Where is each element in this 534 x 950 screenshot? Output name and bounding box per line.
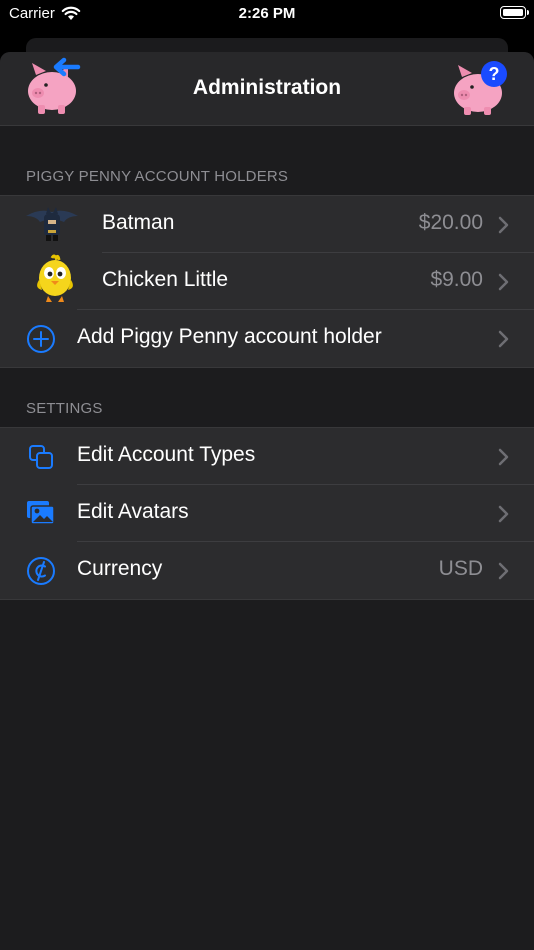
currency-value: USD [438, 557, 483, 580]
edit-account-types-row[interactable]: Edit Account Types [0, 428, 534, 485]
currency-label: Currency [77, 557, 163, 580]
account-holder-name: Batman [102, 211, 175, 234]
settings-header: SETTINGS [26, 400, 103, 417]
chevron-right-icon [498, 330, 509, 348]
battery-icon [500, 6, 529, 19]
account-holder-balance: $9.00 [430, 268, 483, 291]
chicken-little-avatar [37, 254, 73, 302]
status-bar: Carrier 2:26 PM [0, 0, 534, 30]
account-holder-row-batman[interactable]: Batman $20.00 [0, 196, 534, 253]
chevron-right-icon [498, 505, 509, 523]
cent-sign-icon [27, 557, 55, 585]
edit-account-types-label: Edit Account Types [77, 443, 256, 466]
piggy-help-icon: ? [454, 61, 507, 115]
status-time: 2:26 PM [238, 5, 296, 22]
chevron-right-icon [498, 273, 509, 291]
account-holder-name: Chicken Little [102, 268, 229, 291]
account-holder-balance: $20.00 [418, 211, 483, 234]
photos-icon [27, 501, 55, 525]
edit-avatars-row[interactable]: Edit Avatars [0, 485, 534, 542]
admin-sheet: Administration ? PIGGY PENNY ACCOUNT HOL… [0, 52, 534, 950]
currency-row[interactable]: Currency USD [0, 542, 534, 599]
account-holder-row-chicken-little[interactable]: Chicken Little $9.00 [0, 253, 534, 310]
add-account-holder-label: Add Piggy Penny account holder [77, 325, 382, 348]
add-account-holder-row[interactable]: Add Piggy Penny account holder [0, 310, 534, 367]
account-holders-group: Batman $20.00 Chicken Little $9.00 Add P… [0, 195, 534, 368]
chevron-right-icon [498, 216, 509, 234]
batman-avatar [26, 207, 78, 241]
account-holders-header: PIGGY PENNY ACCOUNT HOLDERS [26, 168, 289, 185]
navigation-bar: Administration ? [0, 52, 534, 126]
settings-group: Edit Account Types Edit Avatars Currency… [0, 427, 534, 600]
svg-text:?: ? [489, 64, 500, 84]
squares-icon [29, 445, 53, 469]
add-circle-icon [27, 325, 55, 353]
edit-avatars-label: Edit Avatars [77, 500, 189, 523]
chevron-right-icon [498, 562, 509, 580]
help-button[interactable]: ? [450, 57, 510, 117]
chevron-right-icon [498, 448, 509, 466]
